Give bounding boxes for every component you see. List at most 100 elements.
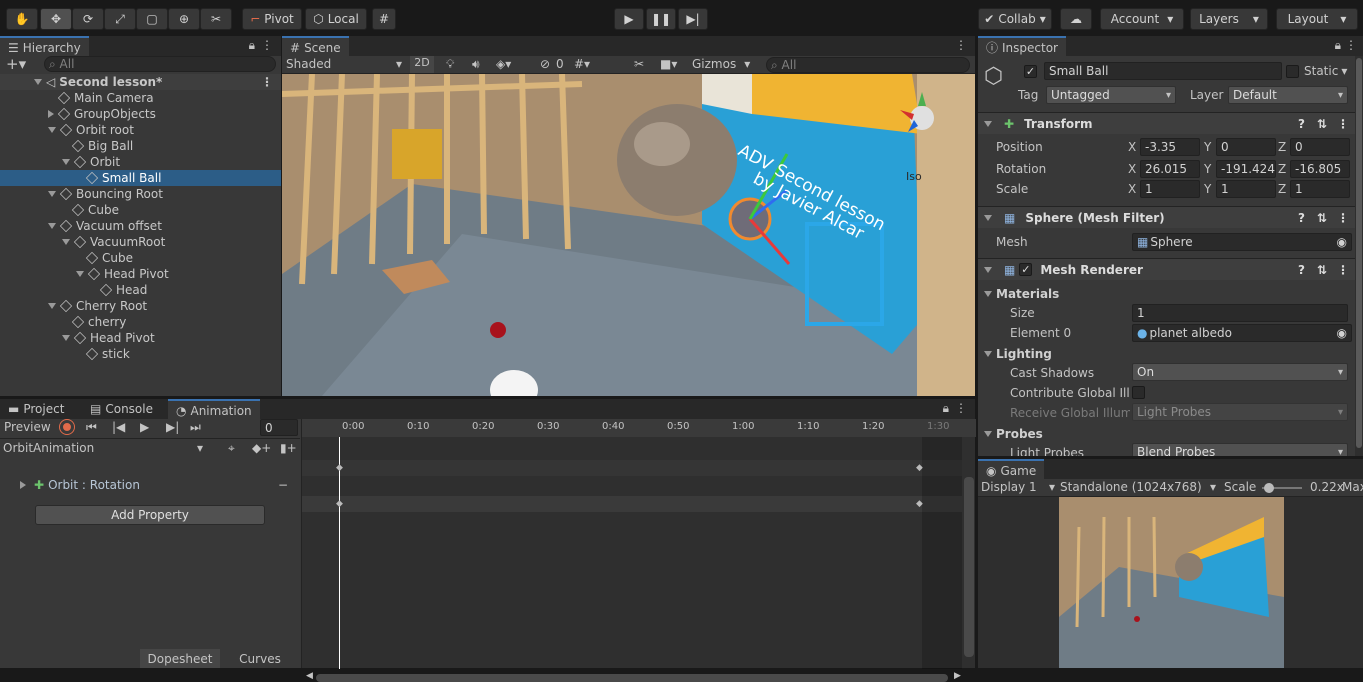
mesh-filter-header[interactable]: ▦ Sphere (Mesh Filter) ? ⇅ ⋮ (978, 206, 1363, 228)
add-property-button[interactable]: Add Property (35, 505, 265, 525)
mesh-field[interactable]: ▦ Sphere ◉ (1132, 233, 1352, 251)
hand-tool-icon[interactable]: ✋ (6, 8, 38, 30)
layer-dropdown[interactable]: Default (1228, 86, 1348, 104)
expand-arrow-icon[interactable] (984, 431, 992, 437)
account-dropdown[interactable]: Account ▾ (1100, 8, 1184, 30)
hierarchy-item[interactable]: Orbit root (0, 122, 281, 138)
play-button[interactable]: ▶ (614, 8, 644, 30)
move-tool-icon[interactable]: ✥ (40, 8, 72, 30)
transform-header[interactable]: ✚ Transform ? ⇅ ⋮ (978, 112, 1363, 134)
more-icon[interactable]: ⋮ (1337, 117, 1349, 131)
clip-dropdown[interactable]: OrbitAnimation ▾ (3, 441, 203, 455)
maximize-toggle[interactable]: Max (1342, 480, 1363, 494)
camera-icon[interactable]: ■▾ (660, 57, 677, 71)
expand-arrow-icon[interactable] (76, 271, 84, 277)
collab-dropdown[interactable]: ✔ Collab ▾ (978, 8, 1052, 30)
lighting-icon[interactable]: 💡︎ (446, 57, 454, 72)
lighting-foldout[interactable]: Lighting (978, 344, 1363, 364)
expand-arrow-icon[interactable] (62, 335, 70, 341)
scale-slider-thumb[interactable] (1264, 483, 1274, 493)
hierarchy-item[interactable]: Head (0, 282, 281, 298)
hidden-objects-icon[interactable]: ⊘ (540, 57, 550, 71)
expand-arrow-icon[interactable] (48, 191, 56, 197)
tools-icon[interactable]: ✂ (634, 57, 644, 71)
tab-hierarchy[interactable]: ☰ Hierarchy (0, 36, 89, 57)
tab-project[interactable]: ▬ Project (0, 399, 72, 419)
custom-tool-icon[interactable]: ✂ (200, 8, 232, 30)
y-axis-label[interactable]: Y (1204, 140, 1211, 154)
scale-y-input[interactable]: 1 (1216, 180, 1276, 198)
more-icon[interactable]: ⋮ (1337, 263, 1349, 277)
add-icon[interactable]: +▾ (6, 55, 26, 73)
scroll-left-icon[interactable]: ◀ (306, 671, 313, 681)
next-keyframe-icon[interactable]: ▶| (166, 420, 179, 434)
expand-arrow-icon[interactable] (984, 266, 992, 273)
mesh-renderer-header[interactable]: ▦ ✓ Mesh Renderer ? ⇅ ⋮ (978, 258, 1363, 280)
hierarchy-item[interactable]: VacuumRoot (0, 234, 281, 250)
object-name-input[interactable]: Small Ball (1044, 62, 1282, 80)
pause-button[interactable]: ❚❚ (646, 8, 676, 30)
inspector-scrollbar[interactable] (1355, 56, 1363, 456)
expand-arrow-icon[interactable] (20, 481, 26, 489)
scale-z-input[interactable]: 1 (1290, 180, 1350, 198)
expand-arrow-icon[interactable] (48, 223, 56, 229)
hierarchy-item[interactable]: Orbit (0, 154, 281, 170)
hierarchy-item[interactable]: cherry (0, 314, 281, 330)
keyframe-icon[interactable]: ◆ (336, 463, 343, 473)
hierarchy-search-input[interactable]: ⌕ All (44, 56, 276, 72)
effects-icon[interactable]: ◈▾ (496, 57, 511, 71)
position-y-input[interactable]: 0 (1216, 138, 1276, 156)
last-keyframe-icon[interactable]: ⏭ (190, 420, 201, 435)
rotation-y-input[interactable]: -191.424 (1216, 160, 1276, 178)
view-label[interactable]: Iso (906, 170, 922, 183)
hierarchy-item[interactable]: Main Camera (0, 90, 281, 106)
rotation-x-input[interactable]: 26.015 (1140, 160, 1200, 178)
property-row[interactable]: ✚ Orbit : Rotation − (0, 475, 300, 495)
local-toggle[interactable]: ⬡ Local (305, 8, 367, 30)
timeline-vscrollbar[interactable] (964, 477, 974, 657)
preset-icon[interactable]: ⇅ (1317, 117, 1327, 131)
scene-viewport[interactable]: ADV Second lesson by Javier Alcar Iso (282, 74, 975, 396)
expand-arrow-icon[interactable] (984, 291, 992, 297)
active-checkbox[interactable]: ✓ (1024, 65, 1037, 78)
view-orientation-gizmo-icon[interactable] (894, 92, 944, 142)
gizmos-dropdown[interactable]: Gizmos ▾ (692, 57, 764, 71)
size-input[interactable]: 1 (1132, 304, 1348, 322)
rect-tool-icon[interactable]: ▢ (136, 8, 168, 30)
display-dropdown[interactable]: Display 1 ▾ (981, 480, 1055, 494)
hierarchy-item[interactable]: Cube (0, 202, 281, 218)
preset-icon[interactable]: ⇅ (1317, 263, 1327, 277)
lock-icon[interactable]: 🔒︎ (1335, 38, 1341, 53)
pivot-toggle[interactable]: ⌐ Pivot (242, 8, 302, 30)
hierarchy-item[interactable]: stick (0, 346, 281, 362)
hierarchy-item[interactable]: GroupObjects (0, 106, 281, 122)
more-icon[interactable]: ⋮ (261, 38, 273, 52)
scene-search-input[interactable]: ⌕ All (766, 57, 970, 73)
hierarchy-item[interactable]: Big Ball (0, 138, 281, 154)
timeline-hscrollbar[interactable] (316, 674, 948, 682)
more-icon[interactable]: ⋮ (1345, 38, 1357, 52)
scale-slider[interactable] (1262, 483, 1302, 493)
contribute-gi-checkbox[interactable] (1132, 386, 1145, 399)
static-checkbox[interactable] (1286, 65, 1299, 78)
y-axis-label[interactable]: Y (1204, 182, 1211, 196)
expand-arrow-icon[interactable] (984, 214, 992, 221)
cast-shadows-dropdown[interactable]: On (1132, 363, 1348, 381)
scale-tool-icon[interactable]: ⤢ (104, 8, 136, 30)
help-icon[interactable]: ? (1298, 263, 1305, 277)
expand-arrow-icon[interactable] (48, 303, 56, 309)
preset-icon[interactable]: ⇅ (1317, 211, 1327, 225)
resolution-dropdown[interactable]: Standalone (1024x768) ▾ (1060, 480, 1216, 494)
expand-arrow-icon[interactable] (62, 239, 70, 245)
expand-arrow-icon[interactable] (34, 79, 42, 85)
more-icon[interactable]: ⋮ (955, 38, 967, 52)
property-options-icon[interactable]: − (278, 478, 288, 492)
x-axis-label[interactable]: X (1128, 162, 1136, 176)
more-icon[interactable]: ⋮ (261, 75, 273, 89)
z-axis-label[interactable]: Z (1278, 182, 1286, 196)
object-picker-icon[interactable]: ◉ (1337, 235, 1347, 249)
expand-arrow-icon[interactable] (48, 127, 56, 133)
first-keyframe-icon[interactable]: ⏮ (86, 420, 97, 435)
preview-toggle[interactable]: Preview (4, 420, 54, 434)
add-event-icon[interactable]: ▮+ (280, 441, 297, 455)
